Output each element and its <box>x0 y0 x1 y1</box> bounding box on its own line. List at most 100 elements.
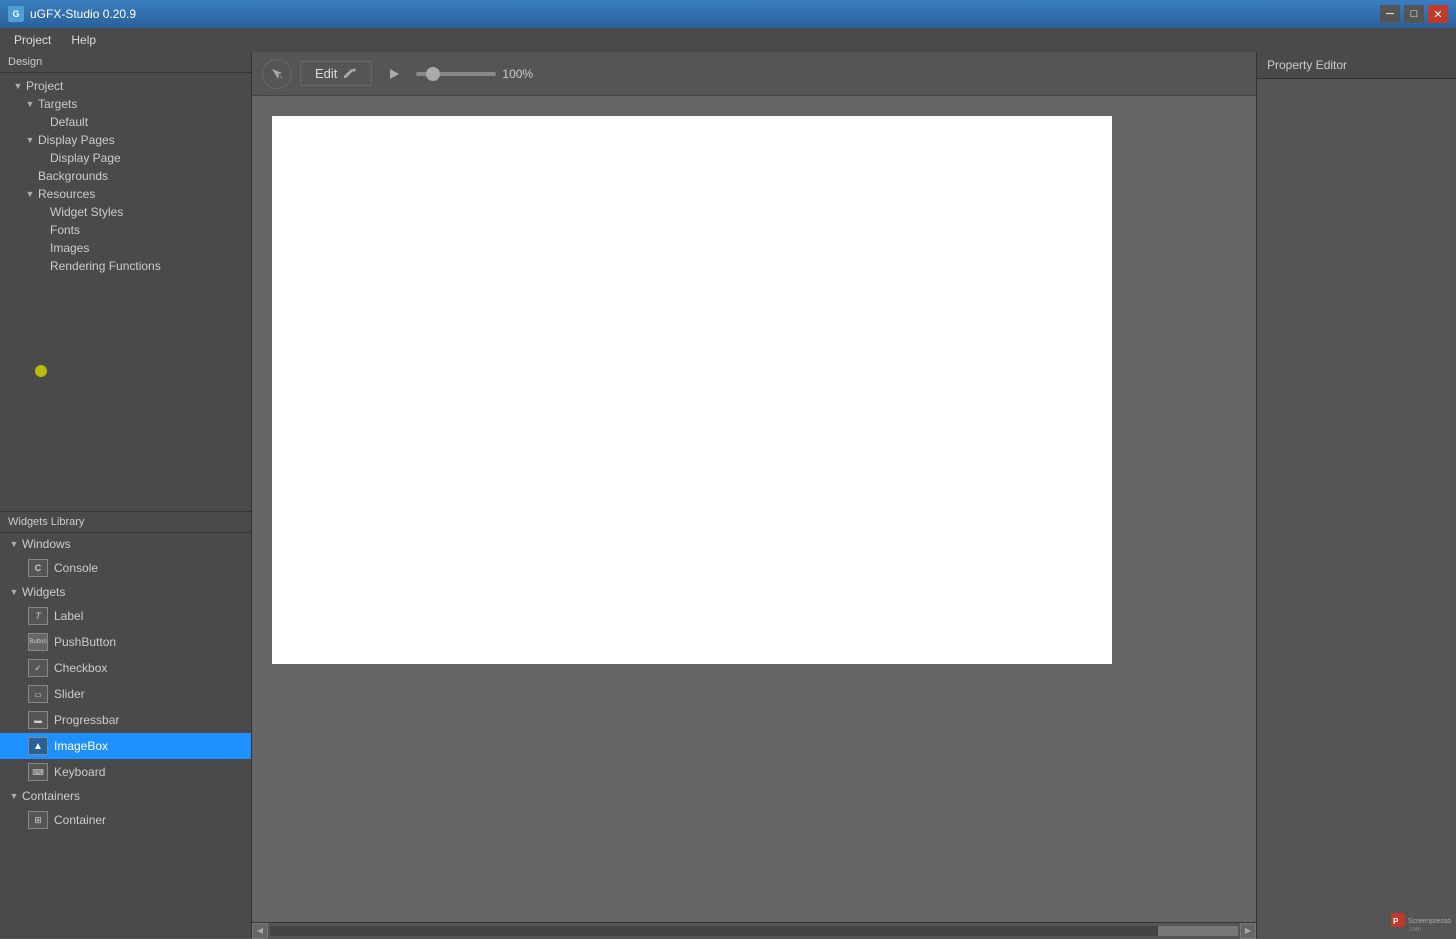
widget-checkbox[interactable]: ✓ Checkbox <box>0 655 251 681</box>
widget-pushbutton[interactable]: Button PushButton <box>0 629 251 655</box>
scroll-left-button[interactable]: ◀ <box>252 923 268 939</box>
title-controls[interactable]: ─ □ ✕ <box>1380 5 1448 23</box>
main-layout: Design ▼ Project ▼ Targets Default <box>0 52 1456 938</box>
tree-rendering-functions[interactable]: Rendering Functions <box>0 257 251 275</box>
project-tree: ▼ Project ▼ Targets Default ▼ Display Pa… <box>0 73 251 511</box>
tree-images-label: Images <box>50 241 89 255</box>
design-panel: Design ▼ Project ▼ Targets Default <box>0 52 251 512</box>
label-widget-label: Label <box>54 609 83 623</box>
tree-project-label: Project <box>26 79 63 93</box>
windows-section-label: Windows <box>22 537 71 551</box>
svg-text:P: P <box>1393 917 1399 926</box>
arrow-default <box>36 116 48 128</box>
widget-label[interactable]: T Label <box>0 603 251 629</box>
scroll-thumb[interactable] <box>1158 926 1238 936</box>
tree-resources-label: Resources <box>38 187 95 201</box>
windows-section-header[interactable]: ▼ Windows <box>0 533 251 555</box>
arrow-display-pages: ▼ <box>24 134 36 146</box>
arrow-fonts <box>36 224 48 236</box>
pushbutton-label: PushButton <box>54 635 116 649</box>
widgets-section-header[interactable]: ▼ Widgets <box>0 581 251 603</box>
property-editor-label: Property Editor <box>1257 52 1456 79</box>
imagebox-label: ImageBox <box>54 739 108 753</box>
app-icon: G <box>8 6 24 22</box>
tree-resources[interactable]: ▼ Resources <box>0 185 251 203</box>
window-title: uGFX-Studio 0.20.9 <box>30 7 136 21</box>
horizontal-scrollbar[interactable]: ◀ ▶ <box>252 922 1256 938</box>
edit-button[interactable]: Edit <box>300 61 372 86</box>
widget-keyboard[interactable]: ⌨ Keyboard <box>0 759 251 785</box>
containers-section-header[interactable]: ▼ Containers <box>0 785 251 807</box>
cursor-indicator <box>35 365 47 377</box>
title-bar: G uGFX-Studio 0.20.9 ─ □ ✕ <box>0 0 1456 28</box>
scroll-right-button[interactable]: ▶ <box>1240 923 1256 939</box>
canvas-area[interactable] <box>252 96 1256 922</box>
tree-targets[interactable]: ▼ Targets <box>0 95 251 113</box>
left-panel: Design ▼ Project ▼ Targets Default <box>0 52 252 938</box>
tree-targets-label: Targets <box>38 97 77 111</box>
console-icon: C <box>28 559 48 577</box>
maximize-button[interactable]: □ <box>1404 5 1424 23</box>
svg-text:.com: .com <box>1408 927 1421 931</box>
menu-bar: Project Help <box>0 28 1456 52</box>
tree-display-page[interactable]: Display Page <box>0 149 251 167</box>
pushbutton-icon: Button <box>28 633 48 651</box>
widget-progressbar[interactable]: ▬ Progressbar <box>0 707 251 733</box>
widgets-library-panel: Widgets Library ▼ Windows C Console ▼ Wi… <box>0 512 251 938</box>
play-button[interactable] <box>380 60 408 88</box>
tree-default-label: Default <box>50 115 88 129</box>
label-widget-icon: T <box>28 607 48 625</box>
edit-label: Edit <box>315 66 337 81</box>
tree-images[interactable]: Images <box>0 239 251 257</box>
design-section-label: Design <box>0 52 251 73</box>
select-tool-button[interactable] <box>262 59 292 89</box>
widget-container[interactable]: ⊞ Container <box>0 807 251 833</box>
arrow-widgets: ▼ <box>8 586 20 598</box>
container-label: Container <box>54 813 106 827</box>
center-area: Edit 100% <box>252 52 1256 938</box>
arrow-windows: ▼ <box>8 538 20 550</box>
container-icon: ⊞ <box>28 811 48 829</box>
tree-project[interactable]: ▼ Project <box>0 77 251 95</box>
slider-icon: ▭ <box>28 685 48 703</box>
containers-section-label: Containers <box>22 789 80 803</box>
keyboard-label: Keyboard <box>54 765 105 779</box>
widget-slider[interactable]: ▭ Slider <box>0 681 251 707</box>
toolbar: Edit 100% <box>252 52 1256 96</box>
tree-widget-styles[interactable]: Widget Styles <box>0 203 251 221</box>
widgets-section-label: Widgets <box>22 585 65 599</box>
menu-project[interactable]: Project <box>4 31 61 49</box>
zoom-control: 100% <box>416 67 533 81</box>
zoom-thumb[interactable] <box>426 67 440 81</box>
pencil-icon <box>343 67 357 81</box>
widget-console[interactable]: C Console <box>0 555 251 581</box>
keyboard-icon: ⌨ <box>28 763 48 781</box>
tree-display-pages-label: Display Pages <box>38 133 115 147</box>
arrow-display-page <box>36 152 48 164</box>
scroll-track[interactable] <box>270 926 1238 936</box>
checkbox-icon: ✓ <box>28 659 48 677</box>
progressbar-label: Progressbar <box>54 713 119 727</box>
tree-widget-styles-label: Widget Styles <box>50 205 123 219</box>
close-button[interactable]: ✕ <box>1428 5 1448 23</box>
tree-display-pages[interactable]: ▼ Display Pages <box>0 131 251 149</box>
arrow-backgrounds <box>24 170 36 182</box>
arrow-images <box>36 242 48 254</box>
widget-imagebox[interactable]: ▲ ImageBox <box>0 733 251 759</box>
console-label: Console <box>54 561 98 575</box>
imagebox-icon: ▲ <box>28 737 48 755</box>
menu-help[interactable]: Help <box>61 31 106 49</box>
widgets-library-label: Widgets Library <box>0 512 251 533</box>
play-icon <box>388 68 400 80</box>
tree-backgrounds[interactable]: Backgrounds <box>0 167 251 185</box>
arrow-containers: ▼ <box>8 790 20 802</box>
zoom-track[interactable] <box>416 72 496 76</box>
tree-display-page-label: Display Page <box>50 151 121 165</box>
tree-default[interactable]: Default <box>0 113 251 131</box>
watermark-logo: P Screenpresso .com <box>1391 911 1451 931</box>
minimize-button[interactable]: ─ <box>1380 5 1400 23</box>
design-canvas[interactable] <box>272 116 1112 664</box>
arrow-resources: ▼ <box>24 188 36 200</box>
tree-fonts[interactable]: Fonts <box>0 221 251 239</box>
tree-rendering-functions-label: Rendering Functions <box>50 259 161 273</box>
